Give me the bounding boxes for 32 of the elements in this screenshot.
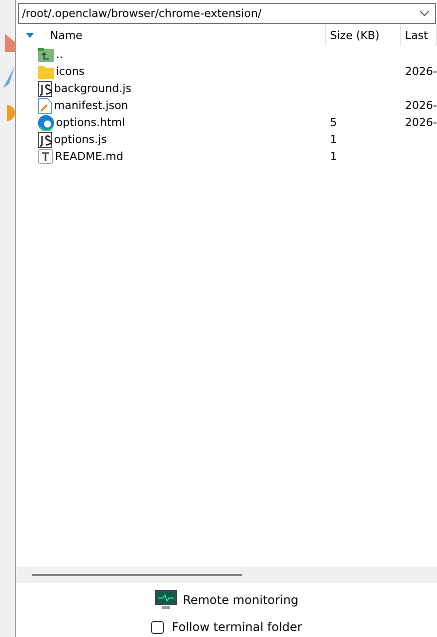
horizontal-scrollbar[interactable] — [16, 567, 437, 583]
file-name[interactable]: options.html — [56, 116, 126, 129]
file-name[interactable]: .. — [56, 48, 63, 61]
js-file-icon — [38, 132, 52, 148]
sort-arrow-icon — [26, 32, 34, 38]
text-file-icon — [38, 149, 53, 164]
monitor-icon — [154, 590, 177, 610]
file-size: 1 — [330, 133, 337, 146]
file-name[interactable]: icons — [56, 65, 85, 78]
folder-icon — [38, 64, 54, 78]
js-file-icon — [38, 80, 52, 96]
column-header[interactable]: Last — [401, 24, 437, 46]
file-name[interactable]: background.js — [54, 82, 132, 95]
file-name[interactable]: options.js — [54, 133, 107, 146]
file-size: 1 — [330, 150, 337, 163]
file-size: 5 — [330, 116, 337, 129]
remote-monitoring-label[interactable]: Remote monitoring — [182, 593, 298, 607]
browser-icon — [38, 114, 54, 130]
column-header[interactable]: Name — [16, 24, 326, 46]
file-name[interactable]: README.md — [55, 150, 124, 163]
follow-folder-label[interactable]: Follow terminal folder — [172, 620, 302, 634]
file-name[interactable]: manifest.json — [54, 99, 128, 112]
modified-date: 2026- — [405, 116, 437, 129]
paper-plane-icon[interactable] — [3, 66, 15, 90]
checkbox[interactable] — [150, 620, 164, 634]
modified-date: 2026- — [405, 65, 437, 78]
document-pencil-icon — [38, 98, 52, 114]
modified-date: 2026- — [405, 99, 437, 112]
dropdown-icon[interactable] — [420, 10, 429, 16]
parent-folder-icon — [38, 48, 54, 62]
column-header[interactable]: Size (KB) — [326, 24, 401, 46]
path-field[interactable]: /root/.openclaw/browser/chrome-extension/ — [18, 3, 436, 24]
